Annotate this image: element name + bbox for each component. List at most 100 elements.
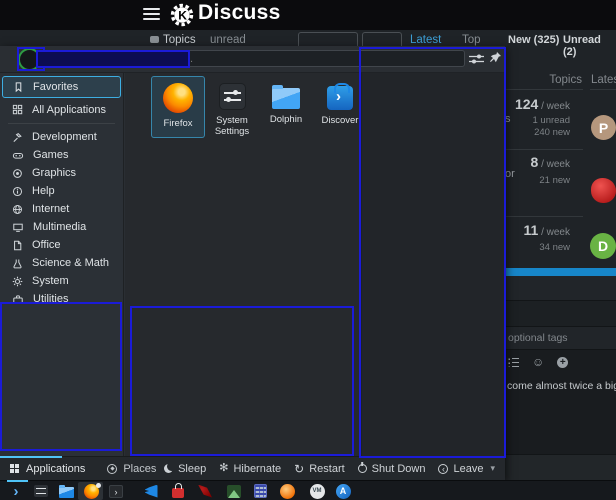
- restart-icon: ↻: [294, 461, 305, 476]
- discover-icon: [327, 83, 353, 110]
- composer-toolbar: ☺ +: [508, 356, 569, 368]
- hibernate-button[interactable]: ✻ Hibernate: [219, 463, 281, 475]
- sidebar-item-system[interactable]: System: [0, 272, 123, 290]
- blue-a-app-icon[interactable]: A: [335, 483, 351, 499]
- row-divider: [506, 216, 583, 217]
- topic-rate: 8 / week: [530, 154, 570, 170]
- svg-text:K: K: [178, 8, 187, 22]
- list-icon[interactable]: [508, 357, 519, 367]
- header-divider: [506, 89, 583, 90]
- sleep-button[interactable]: Sleep: [164, 463, 206, 475]
- composer-footer: [505, 454, 616, 480]
- composer-panel: optional tags ☺ + come almost twice a bi…: [505, 276, 616, 480]
- hamburger-menu-icon[interactable]: [143, 8, 160, 21]
- restart-button[interactable]: ↻ Restart: [294, 463, 345, 475]
- moon-icon: [164, 464, 173, 473]
- sidebar-item-development[interactable]: Development: [0, 128, 123, 146]
- user-avatar[interactable]: P: [591, 115, 616, 140]
- add-icon[interactable]: +: [557, 356, 569, 368]
- document-icon: [14, 240, 22, 250]
- app-tile-dolphin[interactable]: Dolphin: [259, 76, 313, 138]
- unread-count[interactable]: 1 unread: [506, 115, 570, 126]
- snowflake-icon: ✻: [219, 462, 229, 474]
- system-settings-icon[interactable]: [33, 483, 49, 499]
- leave-icon: ‹: [438, 463, 449, 474]
- user-avatar-red-creature[interactable]: [591, 178, 616, 203]
- power-icon: [357, 464, 367, 473]
- nav-new-tab[interactable]: New (325): [508, 34, 559, 46]
- password-lock-icon[interactable]: [170, 483, 186, 499]
- lens-icon: [13, 168, 22, 178]
- kde-logo-icon[interactable]: K: [170, 3, 194, 27]
- launcher-footer: Applications Places Sleep ✻ Hibernate ↻ …: [0, 456, 505, 480]
- app-tile-firefox[interactable]: Firefox: [151, 76, 205, 138]
- flask-icon: [13, 258, 22, 268]
- nav-muted-label: unread: [210, 34, 246, 46]
- emoji-icon[interactable]: ☺: [532, 356, 544, 368]
- column-header-latest: Latest: [591, 74, 616, 86]
- new-count[interactable]: 34 new: [506, 242, 570, 253]
- dolphin-icon[interactable]: [58, 483, 74, 499]
- image-viewer-icon[interactable]: [226, 483, 242, 499]
- system-settings-icon: [218, 83, 246, 110]
- white-circle-app-icon[interactable]: VM: [309, 483, 325, 499]
- compass-icon: [107, 463, 118, 474]
- topic-rate: 11 / week: [523, 222, 571, 238]
- sidebar-item-office[interactable]: Office: [0, 236, 123, 254]
- firefox-icon: [163, 83, 193, 113]
- leave-button[interactable]: ‹ Leave ▾: [438, 463, 495, 475]
- site-title[interactable]: Discuss: [198, 1, 281, 25]
- new-count[interactable]: 240 new: [506, 127, 570, 138]
- calculator-icon[interactable]: [252, 483, 268, 499]
- active-tab-indicator: [0, 456, 62, 458]
- red-app-icon[interactable]: [197, 483, 213, 499]
- kickoff-launcher-icon[interactable]: ›: [8, 483, 24, 500]
- sidebar-item-internet[interactable]: Internet: [0, 200, 123, 218]
- globe-icon: [13, 204, 22, 214]
- progress-bar: [505, 268, 616, 276]
- konsole-icon[interactable]: ›: [108, 483, 124, 499]
- nav-latest-link[interactable]: Latest: [410, 34, 441, 46]
- grid-icon: [10, 464, 14, 468]
- topic-rate: 124 / week: [514, 96, 570, 112]
- sidebar-item-multimedia[interactable]: Multimedia: [0, 218, 123, 236]
- composer-draft-text[interactable]: come almost twice a big as: [507, 380, 616, 392]
- composer-category-field[interactable]: [505, 301, 616, 327]
- taskbar: › › VM A: [0, 480, 616, 500]
- app-tile-system-settings[interactable]: System Settings: [205, 76, 259, 138]
- desktop-screenshot: K Discuss Topics unread Latest Top New (…: [0, 0, 616, 500]
- sidebar-item-help[interactable]: Help: [0, 182, 123, 200]
- new-count[interactable]: 21 new: [506, 175, 570, 186]
- header-divider: [590, 89, 616, 90]
- nav-unread-tab[interactable]: Unread (2): [563, 34, 616, 58]
- sidebar-item-games[interactable]: Games: [0, 146, 123, 164]
- row-divider: [506, 149, 583, 150]
- nav-topics-label[interactable]: Topics: [163, 34, 196, 46]
- gamepad-icon: [12, 152, 24, 159]
- user-avatar[interactable]: D: [590, 233, 616, 259]
- tab-applications[interactable]: Applications: [10, 463, 85, 475]
- sidebar-item-graphics[interactable]: Graphics: [0, 164, 123, 182]
- tab-places[interactable]: Places: [107, 463, 156, 475]
- sidebar-item-science-math[interactable]: Science & Math: [0, 254, 123, 272]
- annotation-box-right-column: [359, 47, 506, 458]
- category-badge-icon: [150, 36, 159, 43]
- annotation-box-bottom-left: [0, 302, 122, 451]
- bookmark-icon: [15, 82, 22, 93]
- composer-title-field[interactable]: [505, 276, 616, 301]
- sidebar-item-favorites[interactable]: Favorites: [2, 76, 121, 98]
- sidebar-item-all-applications[interactable]: All Applications: [0, 100, 123, 119]
- grid-icon: [12, 104, 23, 115]
- nav-top-link[interactable]: Top: [462, 34, 481, 46]
- composer-tags-field[interactable]: optional tags: [505, 327, 616, 350]
- hammer-icon: [13, 132, 22, 142]
- dolphin-icon: [272, 85, 300, 109]
- monitor-icon: [13, 223, 23, 232]
- shutdown-button[interactable]: Shut Down: [357, 463, 425, 475]
- chevron-down-icon: ▾: [490, 463, 495, 473]
- power-actions: Sleep ✻ Hibernate ↻ Restart Shut Down ‹ …: [164, 463, 495, 475]
- vscode-icon[interactable]: [143, 483, 159, 499]
- orange-browser-icon[interactable]: [279, 483, 295, 499]
- sidebar-divider: [8, 123, 115, 124]
- discourse-header: K Discuss: [0, 0, 616, 30]
